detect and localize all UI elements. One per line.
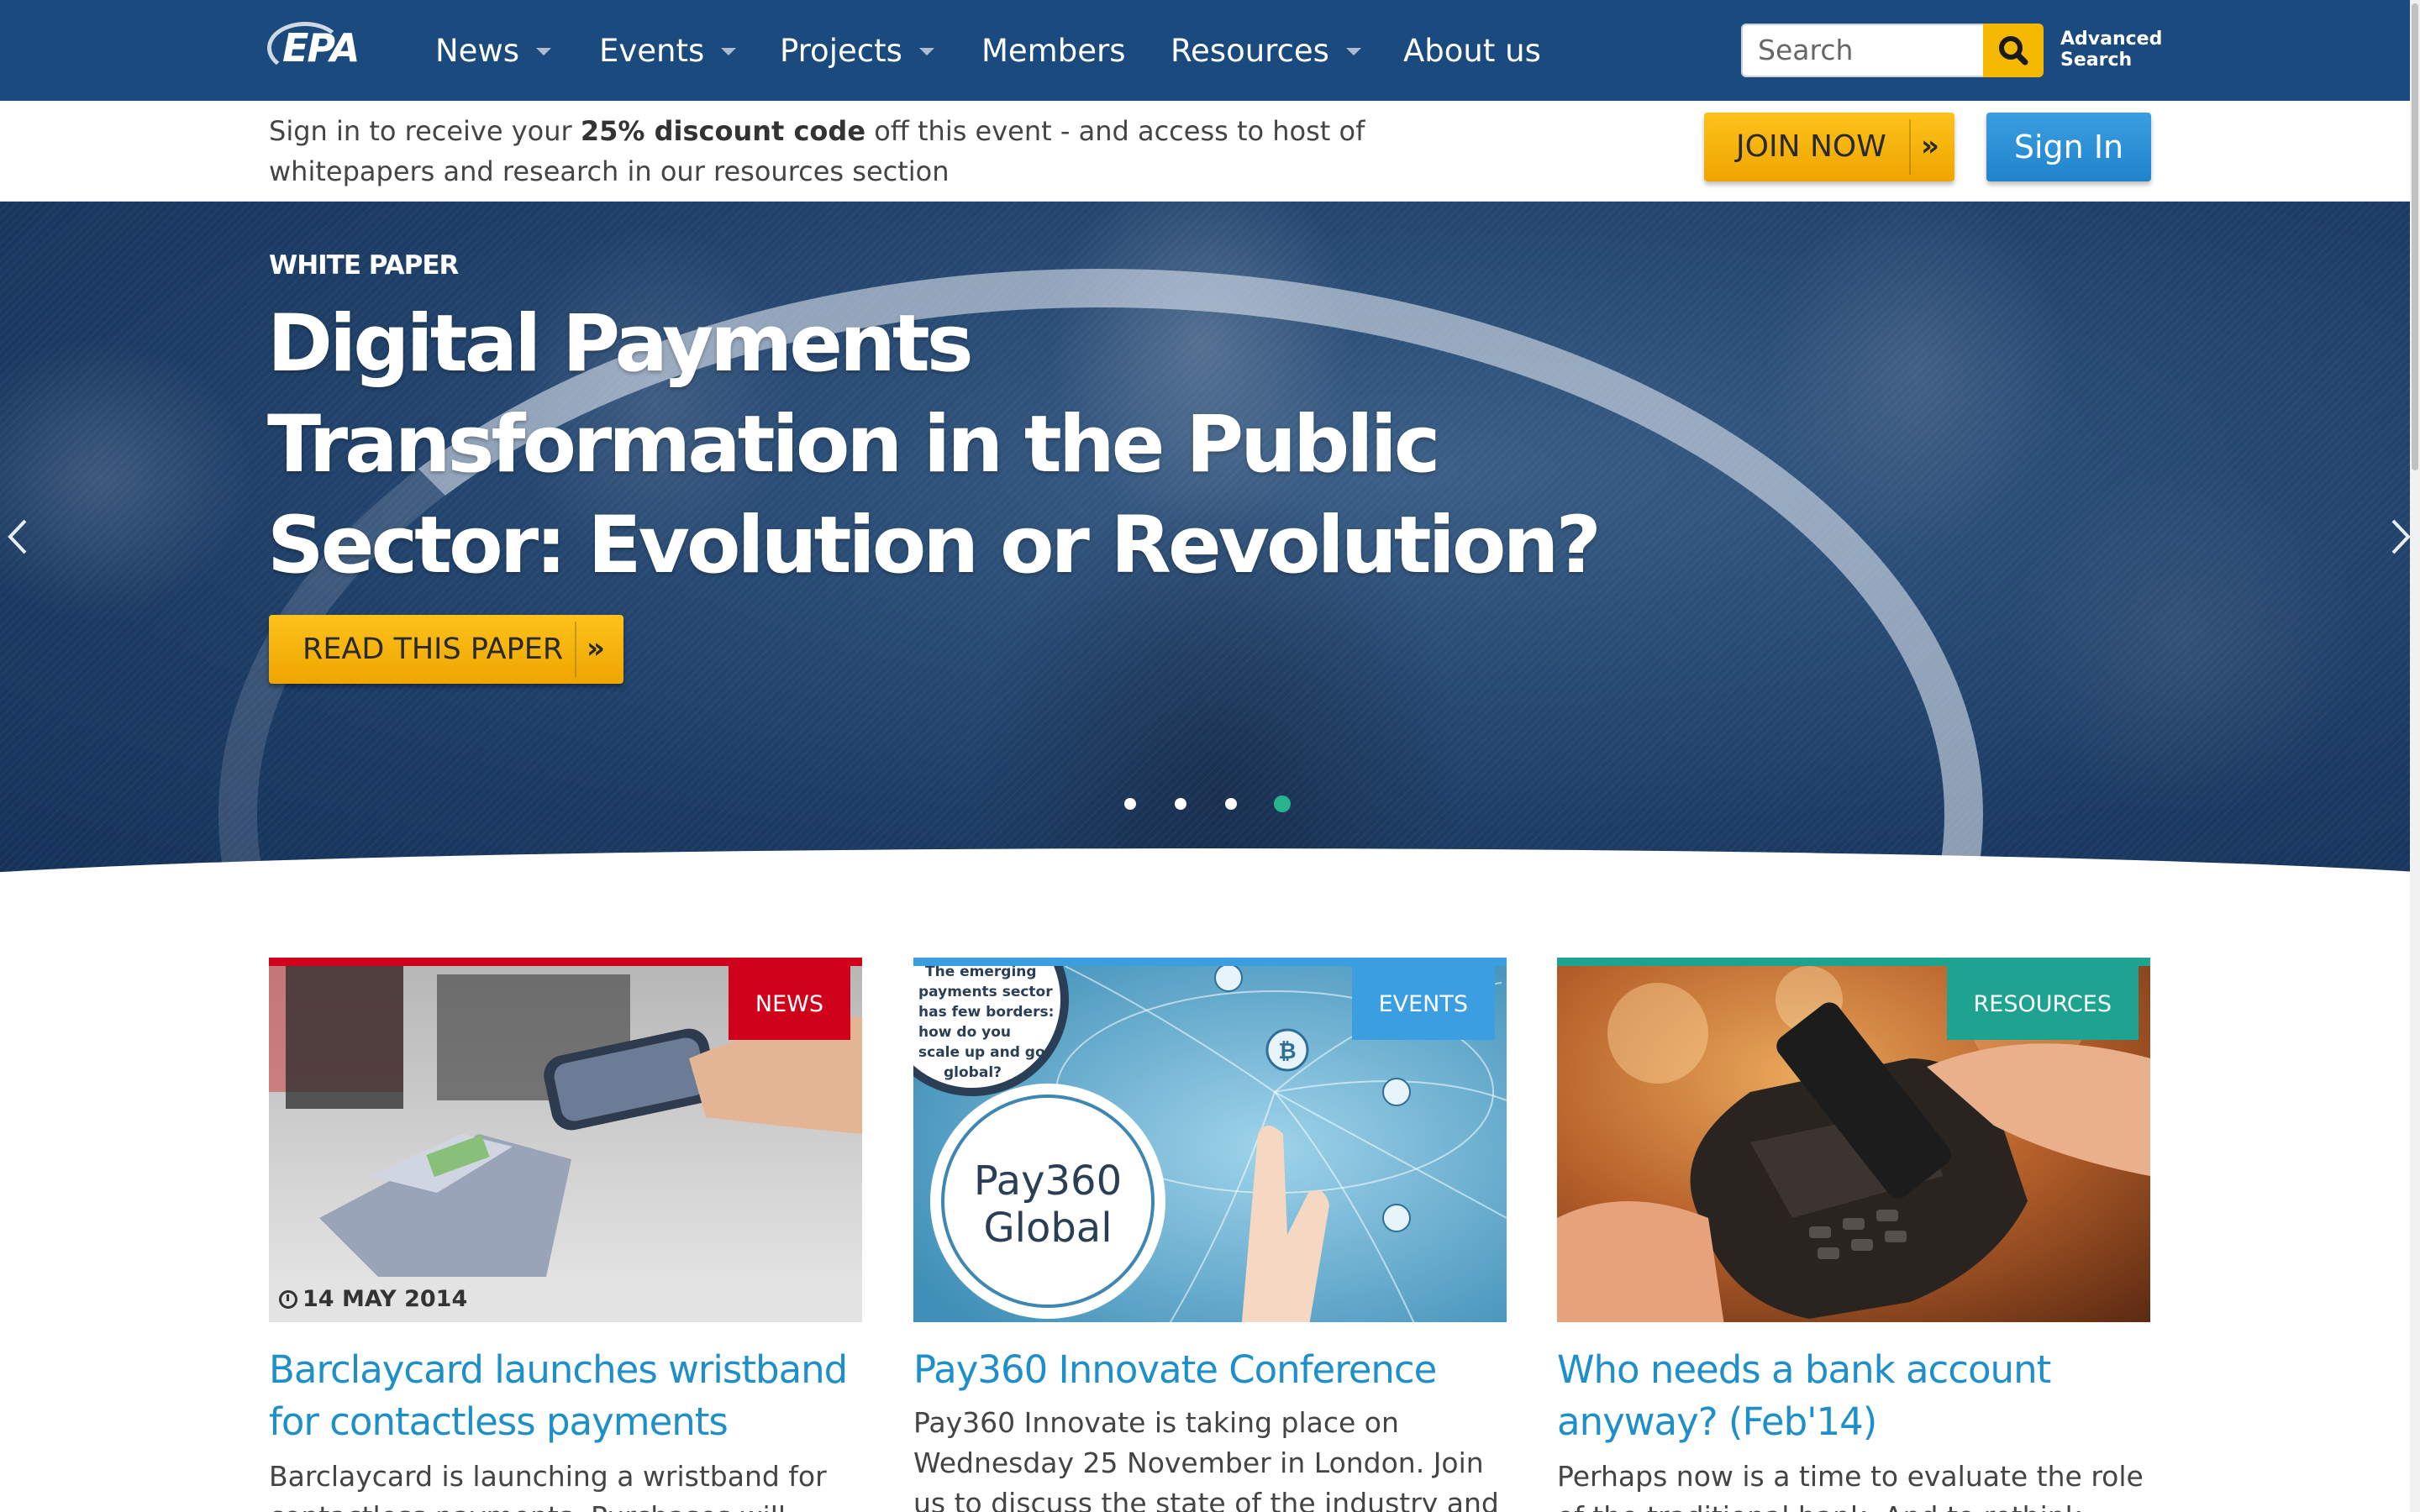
date-bar: 14 MAY 2014	[269, 1277, 862, 1322]
epa-logo[interactable]: EPA	[267, 22, 392, 74]
logo-text: EPA	[282, 25, 360, 71]
advanced-search-link[interactable]: Advanced Search	[2060, 29, 2162, 71]
read-paper-label: READ THIS PAPER	[302, 633, 564, 666]
advanced-search-line1: Advanced	[2060, 29, 2163, 50]
nav-item-label: Members	[981, 32, 1126, 69]
caret-down-icon	[535, 47, 551, 55]
category-tag-resources[interactable]: RESOURCES	[1946, 966, 2139, 1040]
caret-down-icon	[918, 47, 934, 55]
events-card[interactable]: ₿ Pay360 Global The emerging payments se…	[913, 958, 1507, 1512]
page-scrollbar[interactable]	[2410, 0, 2420, 1512]
nav-item-resources[interactable]: Resources	[1171, 0, 1361, 101]
search-button[interactable]	[1983, 24, 2044, 77]
resources-card-excerpt: Perhaps now is a time to evaluate the ro…	[1557, 1460, 2144, 1512]
double-chevron-right-icon: »	[1921, 129, 1939, 163]
news-card-title[interactable]: Barclaycard launches wristband for conta…	[269, 1344, 862, 1448]
read-paper-button[interactable]: READ THIS PAPER »	[269, 615, 623, 684]
category-tag-news[interactable]: NEWS	[728, 966, 850, 1040]
resources-card[interactable]: RESOURCES Who needs a bank account anywa…	[1557, 958, 2150, 1512]
caret-down-icon	[1345, 47, 1361, 55]
hero-title: Digital Payments Transformation in the P…	[267, 298, 1602, 591]
slider-dot-active[interactable]	[1274, 795, 1291, 812]
promo-text: Sign in to receive your 25% discount cod…	[269, 111, 1529, 192]
join-now-button[interactable]: JOIN NOW »	[1704, 113, 1954, 181]
nav-item-projects[interactable]: Projects	[780, 0, 934, 101]
nav-item-about-us[interactable]: About us	[1403, 0, 1541, 101]
slider-prev-arrow[interactable]	[0, 491, 45, 583]
nav-item-news[interactable]: News	[435, 0, 551, 101]
nav-item-label: Events	[599, 32, 705, 69]
events-card-excerpt: Pay360 Innovate is taking place on Wedne…	[913, 1406, 1499, 1512]
nav-item-members[interactable]: Members	[981, 0, 1125, 101]
nav-item-label: News	[435, 32, 519, 69]
promo-text-start: Sign in to receive your	[269, 115, 581, 147]
category-tag-events[interactable]: EVENTS	[1351, 966, 1495, 1040]
join-now-label: JOIN NOW	[1736, 129, 1886, 164]
news-card-image[interactable]: NEWS 14 MAY 2014	[269, 958, 862, 1322]
hero-slider: WHITE PAPER Digital Payments Transformat…	[0, 202, 2420, 874]
chevron-left-icon	[8, 519, 27, 554]
hero-kicker: WHITE PAPER	[269, 250, 459, 281]
news-card[interactable]: NEWS 14 MAY 2014 Barclaycard launches wr…	[269, 958, 862, 1512]
sign-in-button[interactable]: Sign In	[1986, 113, 2151, 181]
button-divider	[575, 622, 576, 677]
news-date: 14 MAY 2014	[302, 1286, 468, 1312]
pay360-brand-line2: Global	[983, 1205, 1112, 1252]
svg-text:₿: ₿	[1278, 1039, 1296, 1064]
events-card-title[interactable]: Pay360 Innovate Conference	[913, 1344, 1507, 1396]
top-navbar: EPA News Events Projects Members Resourc…	[0, 0, 2420, 101]
pay360-brand-line1: Pay360	[974, 1158, 1122, 1205]
nav-item-label: About us	[1403, 32, 1541, 69]
nav-item-label: Resources	[1171, 32, 1329, 69]
button-divider	[1909, 119, 1911, 175]
scrollbar-thumb[interactable]	[2412, 3, 2418, 470]
news-card-excerpt: Barclaycard is launching a wristband for…	[269, 1460, 827, 1512]
search-input[interactable]: Search	[1741, 24, 1985, 77]
nav-item-label: Projects	[780, 32, 902, 69]
clock-icon	[279, 1290, 297, 1309]
search-icon	[1999, 36, 2028, 66]
resources-card-image[interactable]: RESOURCES	[1557, 958, 2150, 1322]
slider-dot[interactable]	[1175, 798, 1186, 810]
resources-card-title[interactable]: Who needs a bank account anyway? (Feb'14…	[1557, 1344, 2150, 1448]
caret-down-icon	[721, 47, 737, 55]
promo-discount: 25% discount code	[580, 115, 866, 147]
events-card-image[interactable]: ₿ Pay360 Global The emerging payments se…	[913, 958, 1507, 1322]
slider-dot[interactable]	[1124, 798, 1136, 810]
double-chevron-right-icon: »	[587, 632, 605, 665]
slider-dot[interactable]	[1225, 798, 1237, 810]
advanced-search-line2: Search	[2060, 50, 2133, 71]
nav-item-events[interactable]: Events	[599, 0, 737, 101]
